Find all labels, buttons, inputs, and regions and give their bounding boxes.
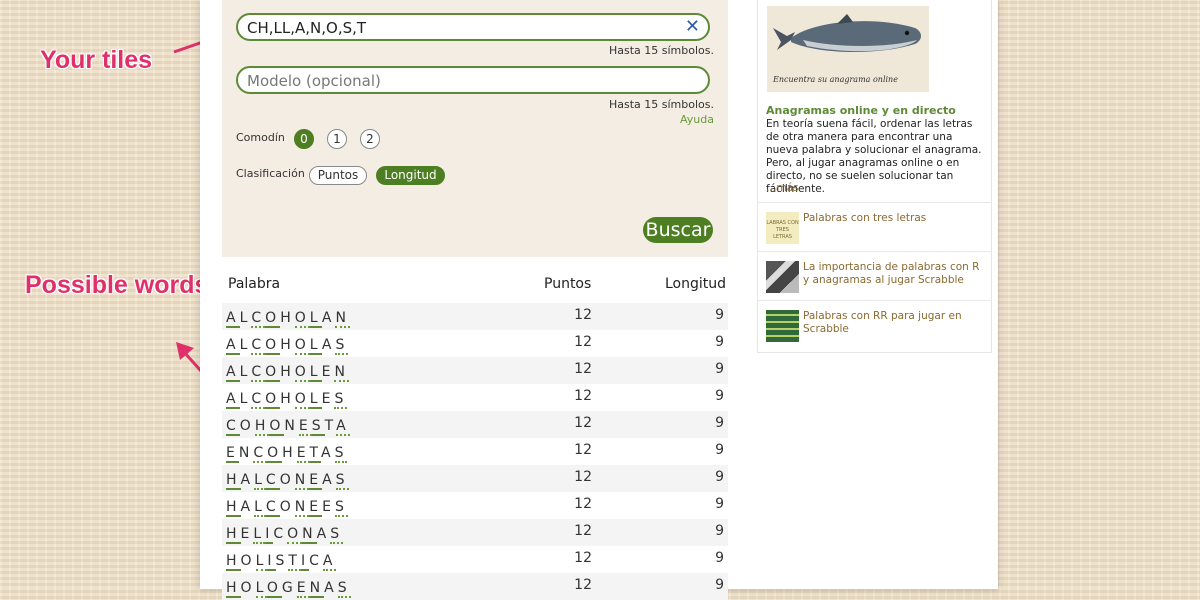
annotation-possible-words: Possible words [25,271,209,299]
sort-label: Clasificación [236,167,305,180]
tuna-fish-image: Encuentra su anagrama online [767,6,929,92]
close-x-icon[interactable]: ✕ [685,17,700,37]
sidebar-item-label[interactable]: Palabras con RR para jugar en Scrabble [803,310,988,336]
table-row: ALCOHOLAN 12 9 [222,303,728,330]
result-word-link[interactable]: HALCONEAS [226,472,349,490]
column-header-length[interactable]: Longitud [665,276,726,292]
sidebar-article-text: En teoría suena fácil, ordenar las letra… [766,118,982,195]
sidebar: Encuentra su anagrama online Anagramas o… [757,0,992,353]
sidebar-item-label[interactable]: Palabras con tres letras [803,212,988,225]
table-row: HALCONEAS 12 9 [222,465,728,492]
result-length: 9 [715,550,724,566]
pattern-hint: Hasta 15 símbolos. [608,98,714,111]
result-word-link[interactable]: ENCOHETAS [226,445,348,463]
result-word-link[interactable]: ALCOHOLAN [226,310,350,328]
table-row: HOLISTICA 12 9 [222,546,728,573]
results-header: Palabra Puntos Longitud [222,276,728,300]
pattern-input[interactable] [247,72,677,90]
result-word-link[interactable]: HALCONEES [226,499,348,517]
result-length: 9 [715,388,724,404]
read-more-link[interactable]: …más [766,182,799,194]
fish-illustration-icon: Encuentra su anagrama online [767,6,929,92]
result-points: 12 [574,550,592,566]
sidebar-item-label[interactable]: La importancia de palabras con R y anagr… [803,261,988,287]
table-row: COHONESTA 12 9 [222,411,728,438]
result-length: 9 [715,469,724,485]
search-button[interactable]: Buscar [643,217,713,243]
result-length: 9 [715,307,724,323]
result-length: 9 [715,442,724,458]
sidebar-article-title[interactable]: Anagramas online y en directo [766,104,956,117]
result-points: 12 [574,442,592,458]
result-points: 12 [574,361,592,377]
result-points: 12 [574,577,592,593]
table-row: ENCOHETAS 12 9 [222,438,728,465]
main-page: ✕ Hasta 15 símbolos. Hasta 15 símbolos. … [200,0,998,600]
result-points: 12 [574,415,592,431]
result-word-link[interactable]: ALCOHOLES [226,391,348,409]
result-length: 9 [715,523,724,539]
tiles-field[interactable]: ✕ [236,13,710,41]
fish-image-caption: Encuentra su anagrama online [772,75,898,84]
sidebar-item-tres-letras[interactable]: LABRAS CON TRES LETRAS Palabras con tres… [758,202,991,251]
table-row: ALCOHOLAS 12 9 [222,330,728,357]
result-word-link[interactable]: HOLOGENAS [226,580,351,598]
help-link[interactable]: Ayuda [680,113,714,126]
scrabble-board-thumbnail [766,310,799,342]
result-length: 9 [715,577,724,593]
sidebar-item-palabras-con-rr[interactable]: Palabras con RR para jugar en Scrabble [758,300,991,349]
column-header-points[interactable]: Puntos [544,276,591,292]
result-word-link[interactable]: HOLISTICA [226,553,337,571]
result-points: 12 [574,469,592,485]
pattern-field[interactable] [236,66,710,94]
sidebar-item-palabras-con-r[interactable]: La importancia de palabras con R y anagr… [758,251,991,300]
table-row: HALCONEES 12 9 [222,492,728,519]
table-row: HELICONAS 12 9 [222,519,728,546]
result-points: 12 [574,334,592,350]
wildcard-label: Comodín [236,131,285,144]
result-length: 9 [715,415,724,431]
three-letters-thumbnail: LABRAS CON TRES LETRAS [766,212,799,244]
table-row: HOLOGENAS 12 9 [222,573,728,600]
search-form-panel: ✕ Hasta 15 símbolos. Hasta 15 símbolos. … [222,0,728,257]
annotation-your-tiles: Your tiles [40,46,153,74]
result-word-link[interactable]: ALCOHOLAS [226,337,349,355]
tiles-input[interactable] [247,19,677,37]
result-points: 12 [574,307,592,323]
table-row: ALCOHOLEN 12 9 [222,357,728,384]
result-word-link[interactable]: COHONESTA [226,418,350,436]
table-row: ALCOHOLES 12 9 [222,384,728,411]
wildcard-option-0[interactable]: 0 [294,129,314,149]
result-word-link[interactable]: ALCOHOLEN [226,364,349,382]
sort-option-longitud[interactable]: Longitud [376,166,445,185]
result-length: 9 [715,334,724,350]
column-header-word[interactable]: Palabra [228,276,280,292]
result-points: 12 [574,496,592,512]
scrabble-tiles-thumbnail [766,261,799,293]
result-points: 12 [574,388,592,404]
wildcard-option-1[interactable]: 1 [327,129,347,149]
result-length: 9 [715,496,724,512]
result-word-link[interactable]: HELICONAS [226,526,344,544]
sort-option-puntos[interactable]: Puntos [309,166,367,185]
result-length: 9 [715,361,724,377]
tiles-hint: Hasta 15 símbolos. [608,44,714,57]
wildcard-option-2[interactable]: 2 [360,129,380,149]
result-points: 12 [574,523,592,539]
